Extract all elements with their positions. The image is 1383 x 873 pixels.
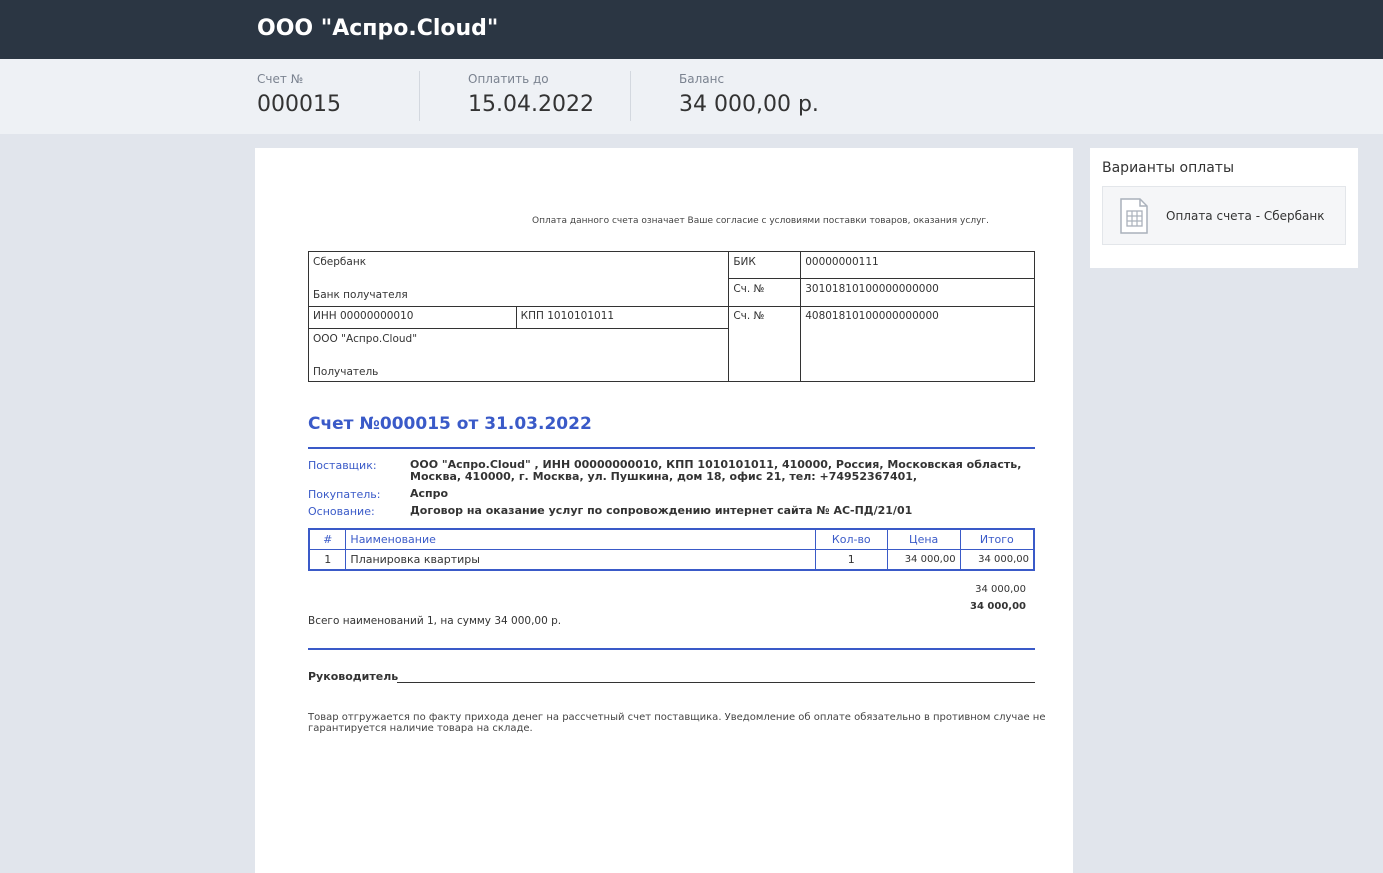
grand-total: 34 000,00 <box>970 601 1026 612</box>
bik-label: БИК <box>728 251 802 279</box>
row-name: Планировка квартиры <box>345 548 816 571</box>
consent-text: Оплата данного счета означает Ваше согла… <box>532 216 989 226</box>
kpp-cell: КПП 1010101011 <box>515 306 730 329</box>
due-date-label: Оплатить до <box>468 72 549 86</box>
title-divider <box>308 447 1035 449</box>
col-qty: Кол-во <box>814 528 888 550</box>
invoice-info-bar: Счет № 000015 Оплатить до 15.04.2022 Бал… <box>0 59 1383 134</box>
items-header-row: # Наименование Кол-во Цена Итого <box>308 528 1035 550</box>
pay-sberbank-button[interactable]: Оплата счета - Сбербанк <box>1102 186 1346 245</box>
invoice-number-block: Счет № 000015 <box>257 72 341 117</box>
recipient-label: Получатель <box>313 366 379 378</box>
summary-text: Всего наименований 1, на сумму 34 000,00… <box>308 615 562 627</box>
items-table: # Наименование Кол-во Цена Итого 1 Плани… <box>308 528 1035 571</box>
signer-label: Руководитель <box>308 670 399 683</box>
summary-divider <box>308 648 1035 650</box>
signature-line <box>397 682 1035 683</box>
buyer-row: Покупатель: Аспро <box>308 488 1035 502</box>
table-row: 1 Планировка квартиры 1 34 000,00 34 000… <box>308 548 1035 571</box>
basis-row: Основание: Договор на оказание услуг по … <box>308 505 1035 519</box>
due-date-value: 15.04.2022 <box>468 92 594 117</box>
divider <box>419 71 420 121</box>
inn-cell: ИНН 00000000010 <box>308 306 517 329</box>
buyer-label: Покупатель: <box>308 488 381 501</box>
subtotal: 34 000,00 <box>975 584 1026 595</box>
bank-label: Банк получателя <box>313 289 408 301</box>
invoice-title: Счет №000015 от 31.03.2022 <box>308 414 592 434</box>
shipping-note: Товар отгружается по факту прихода денег… <box>308 712 1046 734</box>
col-num: # <box>308 528 347 550</box>
recipient-name: ООО "Аспро.Cloud" <box>313 333 418 345</box>
balance-label: Баланс <box>679 72 725 86</box>
divider <box>630 71 631 121</box>
account-label: Сч. № <box>728 306 802 382</box>
col-name: Наименование <box>345 528 816 550</box>
col-total: Итого <box>959 528 1035 550</box>
basis-label: Основание: <box>308 505 375 518</box>
corr-account-label: Сч. № <box>728 278 802 307</box>
balance-block: Баланс 34 000,00 р. <box>679 72 819 117</box>
row-qty: 1 <box>814 548 888 571</box>
invoice-number-value: 000015 <box>257 92 341 117</box>
basis-value: Договор на оказание услуг по сопровожден… <box>410 504 913 517</box>
row-num: 1 <box>308 548 347 571</box>
bank-cell: Сбербанк Банк получателя <box>307 251 730 307</box>
top-bar: ООО "Аспро.Cloud" <box>0 0 1383 59</box>
payment-options-panel: Варианты оплаты Оплата счета - Сбербанк <box>1090 148 1358 268</box>
invoice-document: Оплата данного счета означает Ваше согла… <box>255 148 1073 873</box>
supplier-row: Поставщик: ООО "Аспро.Cloud" , ИНН 00000… <box>308 459 1035 485</box>
col-price: Цена <box>886 528 961 550</box>
bik-value: 00000000111 <box>800 251 1035 279</box>
bank-details-table: Сбербанк Банк получателя БИК 00000000111… <box>307 251 1035 382</box>
buyer-value: Аспро <box>410 487 449 500</box>
corr-account-value: 30101810100000000000 <box>800 278 1035 307</box>
bank-name: Сбербанк <box>313 256 367 268</box>
recipient-cell: ООО "Аспро.Cloud" Получатель <box>307 328 730 382</box>
supplier-label: Поставщик: <box>308 459 377 472</box>
row-total: 34 000,00 <box>959 548 1035 571</box>
payment-options-heading: Варианты оплаты <box>1102 160 1235 176</box>
row-price: 34 000,00 <box>886 548 961 571</box>
due-date-block: Оплатить до 15.04.2022 <box>468 72 594 117</box>
pay-sberbank-label: Оплата счета - Сбербанк <box>1166 209 1325 223</box>
balance-value: 34 000,00 р. <box>679 92 819 117</box>
supplier-value: ООО "Аспро.Cloud" , ИНН 00000000010, КПП… <box>410 458 1022 483</box>
invoice-number-label: Счет № <box>257 72 304 86</box>
account-value: 40801810100000000000 <box>800 306 1035 382</box>
invoice-document-icon <box>1119 198 1149 234</box>
company-title: ООО "Аспро.Cloud" <box>257 16 499 41</box>
